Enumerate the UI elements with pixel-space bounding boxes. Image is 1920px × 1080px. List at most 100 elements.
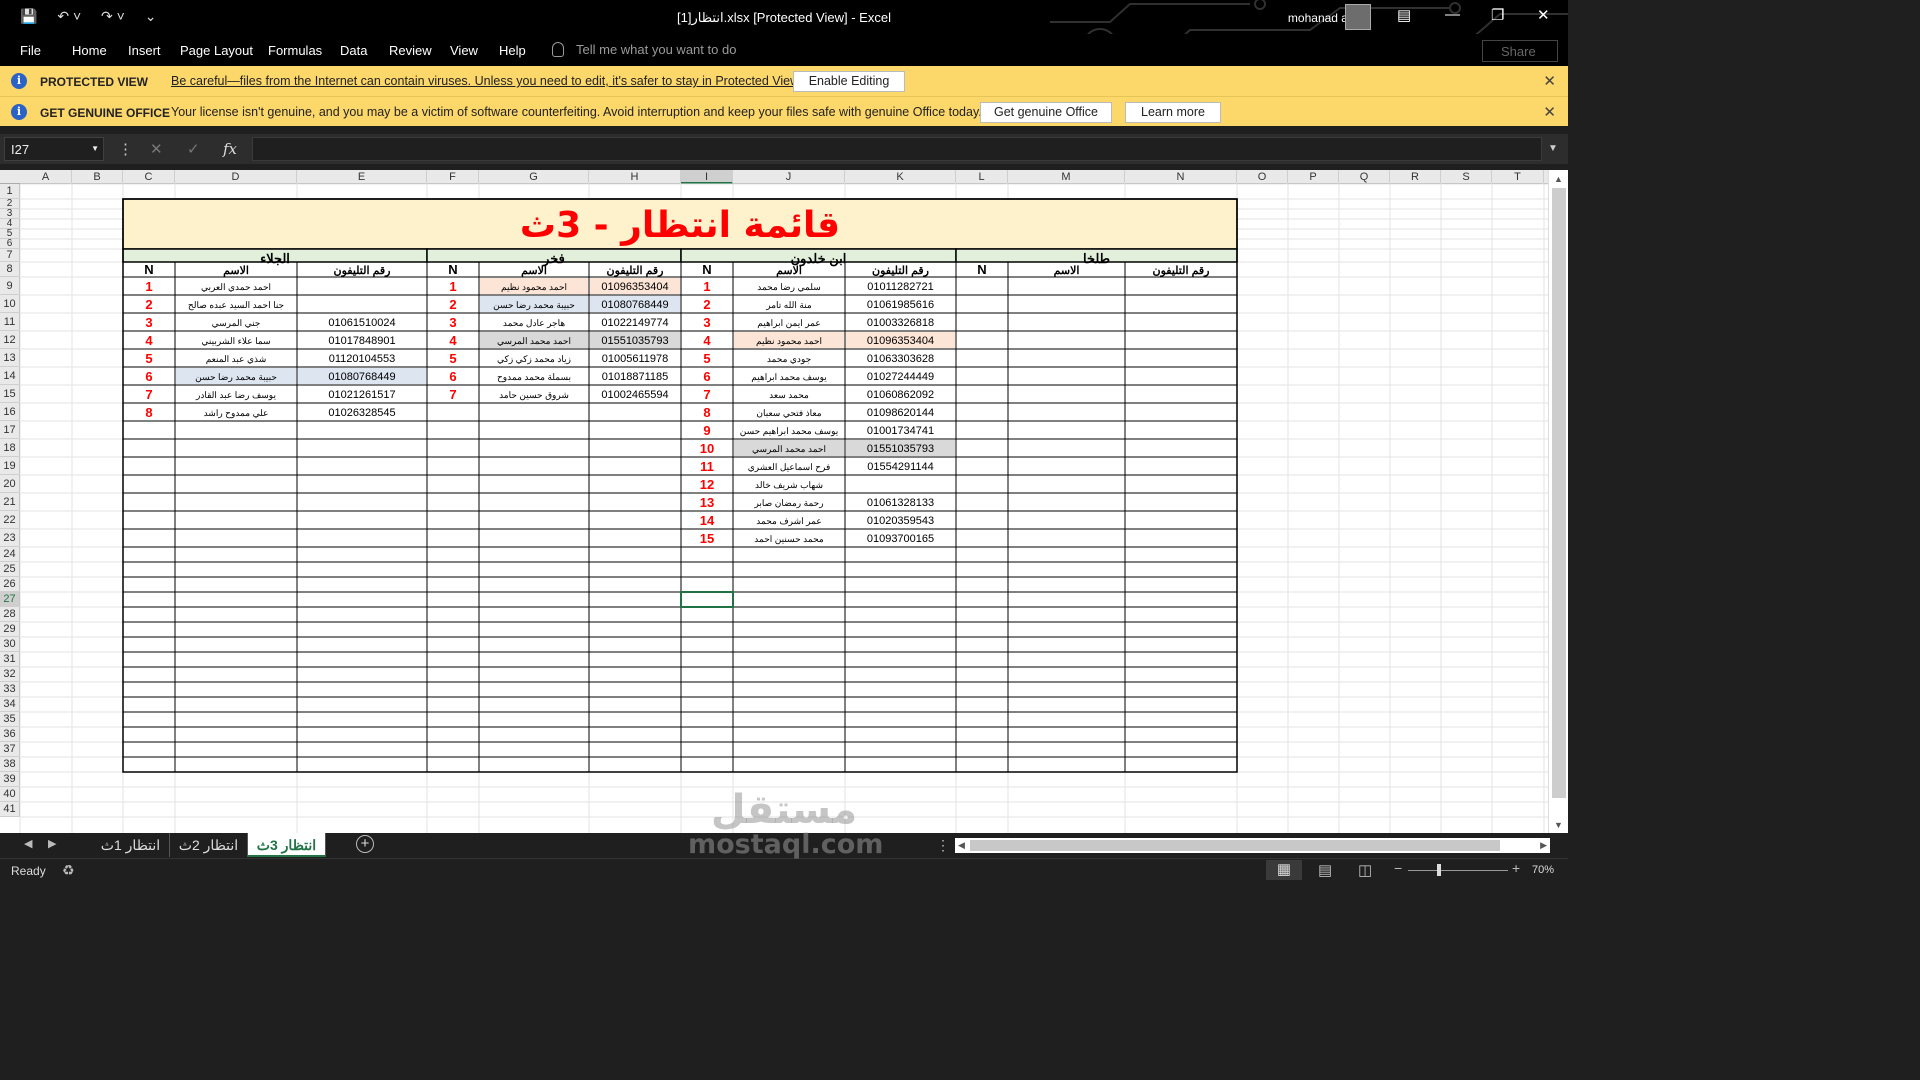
normal-view-icon[interactable]: ▦ bbox=[1266, 860, 1302, 880]
row-number: 3 bbox=[145, 315, 152, 330]
vertical-scrollbar[interactable]: ▲ ▼ bbox=[1548, 170, 1568, 833]
phone-number: 01061328133 bbox=[867, 497, 934, 509]
sheet-tab-bar: ◀ ▶ انتظار 1ث انتظار 2ث انتظار 3ث + ⋮ ◀ … bbox=[0, 833, 1568, 858]
menu-review[interactable]: Review bbox=[389, 43, 432, 58]
menu-formulas[interactable]: Formulas bbox=[268, 43, 322, 58]
cancel-icon[interactable]: ✕ bbox=[150, 140, 163, 158]
zoom-in-icon[interactable]: + bbox=[1512, 860, 1520, 876]
tell-me-search[interactable]: Tell me what you want to do bbox=[552, 42, 736, 57]
phone-number: 01120104553 bbox=[329, 353, 395, 365]
scroll-right-icon[interactable]: ▶ bbox=[1540, 840, 1547, 851]
menu-insert[interactable]: Insert bbox=[128, 43, 161, 58]
n-header: N bbox=[977, 262, 986, 277]
lightbulb-icon bbox=[552, 42, 564, 57]
scroll-thumb[interactable] bbox=[1552, 188, 1566, 798]
phone-number: 01001734741 bbox=[867, 425, 934, 437]
tab-sheet-1[interactable]: انتظار 1ث bbox=[92, 833, 170, 857]
student-name: فرح اسماعيل العشري bbox=[748, 462, 831, 473]
more-options-icon[interactable]: ⋮ bbox=[118, 140, 133, 158]
name-header: الاسم bbox=[776, 265, 802, 277]
menu-page-layout[interactable]: Page Layout bbox=[180, 43, 253, 58]
phone-number: 01060862092 bbox=[867, 389, 934, 401]
scroll-left-icon[interactable]: ◀ bbox=[958, 840, 965, 851]
phone-number: 01061510024 bbox=[328, 317, 395, 329]
student-name: زياد محمد زكي زكي bbox=[497, 354, 571, 365]
tab-scroll-right-icon[interactable]: ▶ bbox=[48, 837, 56, 850]
student-name: احمد محمود نظيم bbox=[756, 336, 822, 347]
horizontal-scrollbar[interactable]: ◀ ▶ bbox=[955, 838, 1550, 853]
title-bar: 💾 ↶ ˅ ↷ ˅ ⌄ انتظار[1].xlsx [Protected Vi… bbox=[0, 0, 1568, 34]
minimize-icon[interactable]: — bbox=[1445, 6, 1460, 23]
ribbon-display-icon[interactable]: ▤ bbox=[1397, 6, 1411, 24]
enable-editing-button[interactable]: Enable Editing bbox=[793, 71, 905, 92]
menu-data[interactable]: Data bbox=[340, 43, 367, 58]
menu-file[interactable]: File bbox=[20, 43, 41, 58]
zoom-slider-thumb[interactable] bbox=[1437, 864, 1441, 876]
student-name: هاجر عادل محمد bbox=[503, 318, 565, 329]
student-name: شهاب شريف خالد bbox=[755, 480, 823, 491]
student-name: جودي محمد bbox=[767, 354, 811, 365]
group-name: الجلاء bbox=[260, 251, 290, 266]
row-number: 11 bbox=[700, 459, 714, 474]
status-ready: Ready bbox=[11, 864, 46, 878]
insert-function-icon[interactable]: fx bbox=[223, 140, 237, 158]
row-number: 9 bbox=[703, 423, 710, 438]
sheet-canvas[interactable]: قائمة انتظار - 3ث الجلاء N الاسم رقم التليفو… bbox=[0, 170, 1548, 833]
restore-icon[interactable]: ❐ bbox=[1491, 6, 1504, 24]
row-number: 5 bbox=[145, 351, 152, 366]
close-icon[interactable]: ✕ bbox=[1537, 6, 1550, 24]
enter-icon[interactable]: ✓ bbox=[187, 140, 200, 158]
row-number: 12 bbox=[700, 477, 714, 492]
tab-scroll-left-icon[interactable]: ◀ bbox=[24, 837, 32, 850]
worksheet-grid[interactable]: ABCDEFGHIJKLMNOPQRST 1 2 3 4 5 6 7 8 9 10 11 12 13 14… bbox=[0, 170, 1548, 833]
share-button[interactable]: Share bbox=[1482, 40, 1558, 62]
row-number: 4 bbox=[449, 333, 457, 348]
add-sheet-icon[interactable]: + bbox=[356, 835, 374, 853]
tab-sheet-3[interactable]: انتظار 3ث bbox=[248, 833, 326, 857]
zoom-level[interactable]: 70% bbox=[1532, 864, 1554, 876]
student-name: حبيبة محمد رضا حسن bbox=[493, 300, 575, 311]
chevron-down-icon[interactable]: ▼ bbox=[91, 144, 99, 153]
get-genuine-office-button[interactable]: Get genuine Office bbox=[980, 102, 1112, 123]
phone-header: رقم التليفون bbox=[334, 265, 391, 277]
row-number: 2 bbox=[703, 297, 710, 312]
formula-input[interactable] bbox=[252, 137, 1542, 161]
student-name: احمد محمد المرسي bbox=[752, 444, 826, 455]
close-bar-icon[interactable]: ✕ bbox=[1543, 103, 1556, 121]
menu-view[interactable]: View bbox=[450, 43, 478, 58]
student-name: شذي عبد المنعم bbox=[206, 354, 267, 365]
phone-number: 01026328545 bbox=[328, 407, 395, 419]
student-name: محمد سعد bbox=[769, 390, 809, 400]
row-number: 6 bbox=[703, 369, 710, 384]
accessibility-icon[interactable]: ♻ bbox=[62, 862, 75, 879]
tab-split-handle-icon[interactable]: ⋮ bbox=[936, 837, 950, 854]
zoom-out-icon[interactable]: − bbox=[1394, 860, 1402, 876]
row-number: 4 bbox=[703, 333, 711, 348]
phone-number: 01003326818 bbox=[867, 317, 934, 329]
zoom-slider[interactable] bbox=[1408, 870, 1508, 871]
phone-number: 01096353404 bbox=[867, 335, 934, 347]
student-name: احمد محمد المرسي bbox=[497, 336, 571, 347]
student-name: رحمة رمضان صابر bbox=[753, 498, 823, 509]
menu-help[interactable]: Help bbox=[499, 43, 526, 58]
page-break-view-icon[interactable]: ◫ bbox=[1358, 861, 1372, 879]
genuine-office-title: GET GENUINE OFFICE bbox=[40, 106, 171, 120]
scroll-thumb[interactable] bbox=[970, 840, 1500, 851]
menu-home[interactable]: Home bbox=[72, 43, 107, 58]
scroll-down-icon[interactable]: ▼ bbox=[1554, 820, 1563, 830]
phone-number: 01551035793 bbox=[601, 335, 668, 347]
page-layout-view-icon[interactable]: ▤ bbox=[1318, 861, 1332, 879]
formula-bar: I27 ▼ ⋮ ✕ ✓ fx ▼ bbox=[0, 134, 1568, 164]
learn-more-button[interactable]: Learn more bbox=[1125, 102, 1221, 123]
expand-formula-bar-icon[interactable]: ▼ bbox=[1548, 143, 1558, 154]
scroll-up-icon[interactable]: ▲ bbox=[1554, 174, 1563, 184]
tab-sheet-2[interactable]: انتظار 2ث bbox=[170, 833, 248, 857]
protected-view-message[interactable]: Be careful—files from the Internet can c… bbox=[171, 74, 802, 88]
student-name: احمد حمدي العربي bbox=[201, 282, 271, 293]
sheet-title: قائمة انتظار - 3ث bbox=[520, 205, 840, 246]
name-box[interactable]: I27 ▼ bbox=[4, 137, 104, 161]
student-name: جني المرسي bbox=[212, 318, 261, 329]
row-number: 2 bbox=[145, 297, 152, 312]
close-bar-icon[interactable]: ✕ bbox=[1543, 72, 1556, 90]
avatar[interactable] bbox=[1345, 4, 1371, 30]
